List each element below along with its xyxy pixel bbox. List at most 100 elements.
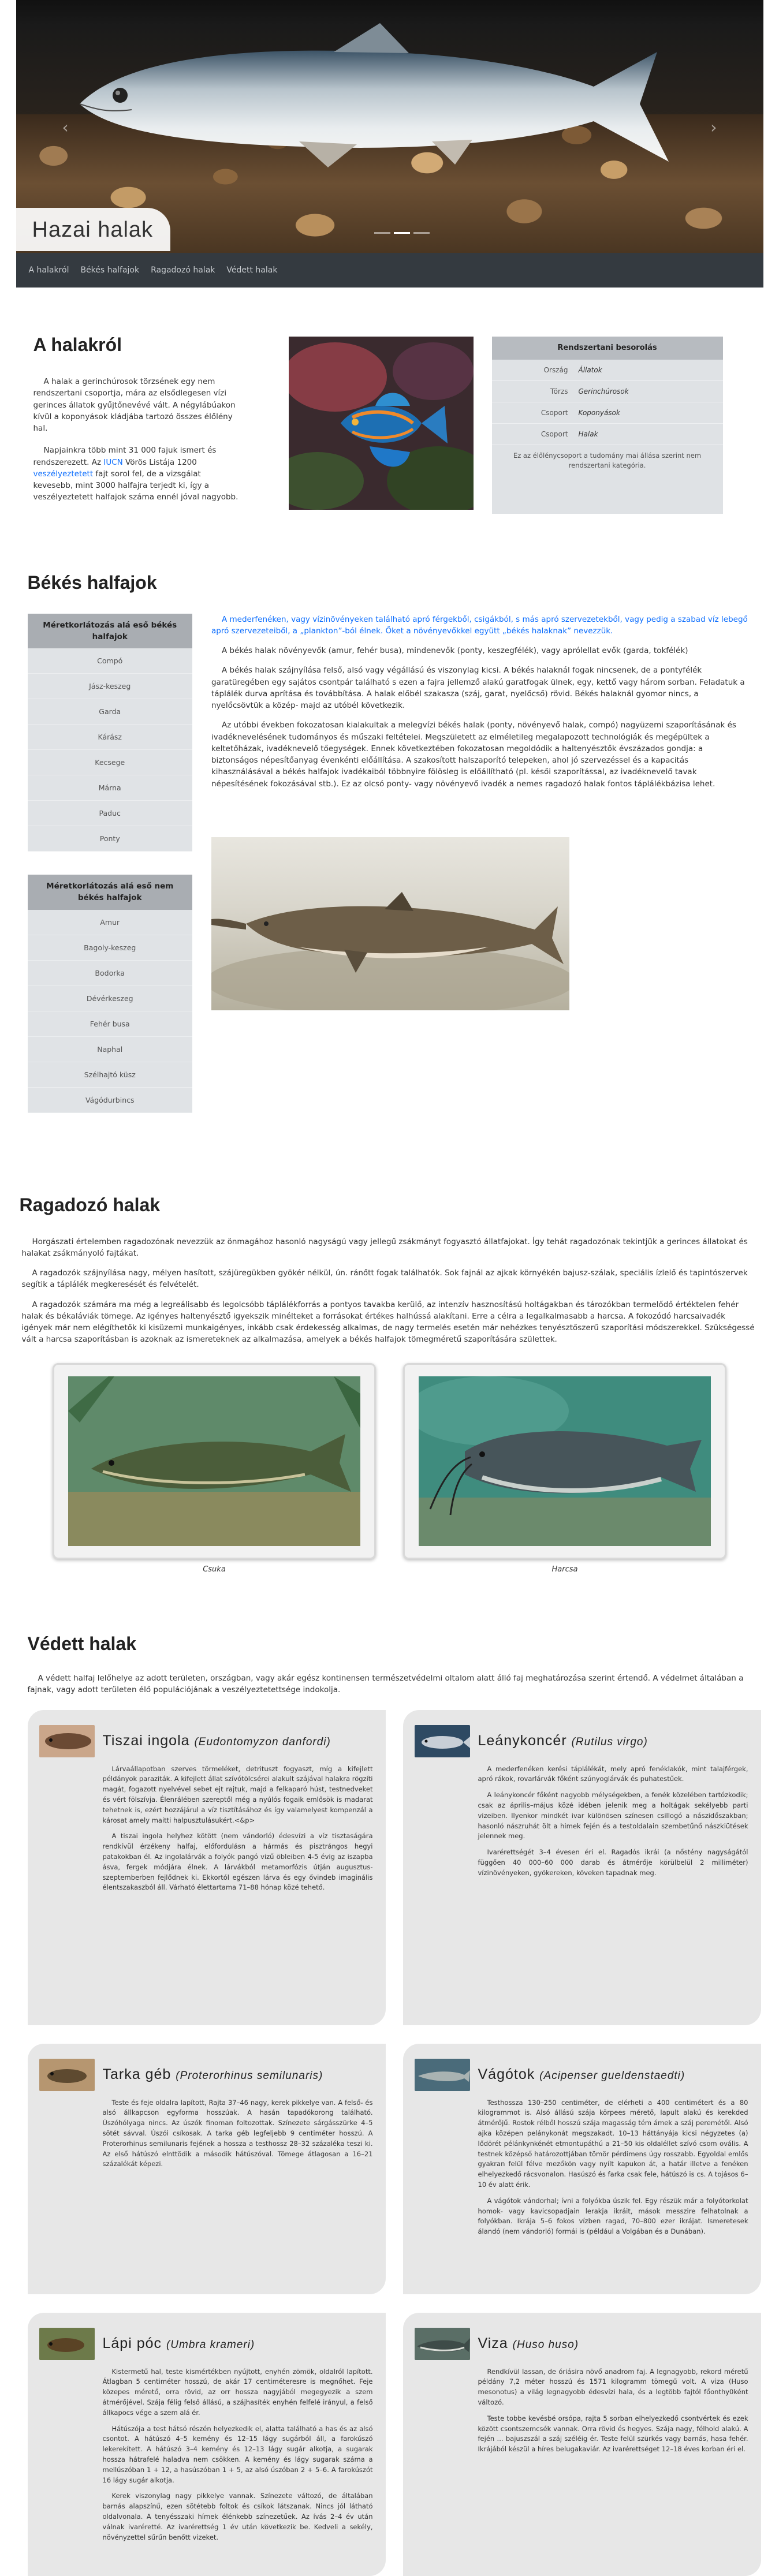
taxonomy-value: Gerinchúrosok — [578, 387, 629, 395]
paragraph: A ragadozók szájnyílása nagy, mélyen has… — [21, 1268, 748, 1290]
species-thumbnail — [414, 1724, 470, 1757]
nav-link-halakrol[interactable]: A halakról — [29, 264, 69, 277]
size-limited-peaceful-list: Méretkorlátozás alá eső békés halfajok C… — [27, 613, 192, 852]
paragraph: Teste tobbe kevésbé orsópa, rajta 5 sorb… — [478, 2414, 748, 2454]
species-description: Rendkívül lassan, de óriásira növő anadr… — [478, 2367, 748, 2455]
list-item[interactable]: Vágódurbincs — [27, 1088, 192, 1113]
intro-paragraph: A védett halfaj lelőhelye az adott terül… — [27, 1674, 744, 1695]
list-item[interactable]: Fehér busa — [27, 1011, 192, 1037]
taxonomy-row: Csoport Halak — [491, 424, 723, 445]
species-thumbnail — [414, 2327, 470, 2360]
paragraph: Teste és feje oldalra lapított, Rajta 37… — [102, 2098, 373, 2168]
list-item[interactable]: Kecsege — [27, 750, 192, 775]
list-item[interactable]: Bodorka — [27, 961, 192, 986]
species-common-name: Tarka géb — [102, 2066, 172, 2082]
paragraph: A ragadozók számára ma még a legreálisab… — [21, 1300, 755, 1345]
taxonomy-heading: Rendszertani besorolás — [491, 337, 723, 360]
species-grid: Tiszai ingola (Eudontomyzon danfordi) Lá… — [27, 1709, 761, 2576]
species-card-vagotok: Vágótok (Acipenser gueldenstaedti) Testh… — [402, 2043, 761, 2294]
size-limited-nonpeaceful-list: Méretkorlátozás alá eső nem békés halfaj… — [27, 875, 192, 1113]
list-item[interactable]: Bagoly-keszeg — [27, 935, 192, 961]
list-item[interactable]: Garda — [27, 699, 192, 725]
intro-paragraph: A mederfenéken, vagy vízinövényeken talá… — [211, 614, 748, 636]
paragraph: Testhossza 130–250 centiméter, de elérhe… — [478, 2098, 748, 2189]
carousel-prev-icon[interactable]: ‹ — [62, 115, 69, 140]
paragraph: Kistermetű hal, teste kismértékben nyújt… — [102, 2367, 373, 2417]
paragraph: A mederfenéken kerési táplálékát, mely a… — [478, 1764, 748, 1783]
about-paragraph: Napjainkra több mint 31 000 fajuk ismert… — [33, 445, 241, 503]
predator-fish-title: Ragadozó halak — [19, 1194, 161, 1215]
list-item[interactable]: Kárász — [27, 725, 192, 750]
species-card-tarka-geb: Tarka géb (Proterorhinus semilunaris) Te… — [27, 2043, 386, 2294]
list-item[interactable]: Szélhajtó küsz — [27, 1062, 192, 1088]
species-latin-name: (Eudontomyzon danfordi) — [194, 1735, 331, 1748]
species-latin-name: (Huso huso) — [512, 2338, 579, 2351]
paragraph: Horgászati értelemben ragadozónak nevezz… — [21, 1237, 748, 1258]
species-common-name: Lápi póc — [102, 2335, 162, 2351]
species-header: Lápi póc (Umbra krameri) — [39, 2327, 373, 2360]
iucn-link[interactable]: IUCN — [103, 458, 122, 467]
species-thumbnail — [39, 1724, 95, 1757]
list-item[interactable]: Dévérkeszeg — [27, 986, 192, 1011]
taxonomy-key: Csoport — [541, 430, 568, 438]
side-column: Méretkorlátozás alá eső békés halfajok C… — [27, 613, 192, 1136]
taxonomy-row: Csoport Koponyások — [491, 402, 723, 424]
list-item[interactable]: Jász-keszeg — [27, 674, 192, 699]
list-heading: Méretkorlátozás alá eső nem békés halfaj… — [27, 875, 192, 910]
taxonomy-key: Csoport — [541, 408, 568, 417]
paragraph: Rendkívül lassan, de óriásira növő anadr… — [478, 2367, 748, 2406]
peaceful-fish-title: Békés halfajok — [27, 572, 157, 593]
species-thumbnail — [39, 2058, 95, 2091]
text: Vörös Listája 1200 — [122, 457, 197, 467]
species-description: Kistermetű hal, teste kismértékben nyújt… — [103, 2367, 373, 2543]
species-description: Teste és feje oldalra lapított, Rajta 37… — [103, 2098, 373, 2170]
species-thumbnail — [414, 2058, 470, 2091]
list-item[interactable]: Márna — [27, 775, 192, 801]
species-header: Tiszai ingola (Eudontomyzon danfordi) — [39, 1724, 373, 1757]
peaceful-fish-grid: Méretkorlátozás alá eső békés halfajok C… — [27, 613, 752, 1136]
species-latin-name: (Proterorhinus semilunaris) — [176, 2069, 323, 2082]
carousel-dot[interactable] — [413, 232, 430, 234]
about-text: A halakról A halak a gerinchúrosok törzs… — [28, 331, 241, 514]
species-name: Vágótok (Acipenser gueldenstaedti) — [478, 2064, 685, 2086]
predator-photo-row: Csuka Harcsa — [16, 1362, 763, 1576]
list-item[interactable]: Ponty — [27, 826, 192, 852]
taxonomy-note: Ez az élőlénycsoport a tudomány mai állá… — [513, 451, 702, 469]
list-item[interactable]: Paduc — [27, 801, 192, 826]
nav-link-bekes[interactable]: Békés halfajok — [80, 264, 139, 277]
pike-image — [68, 1376, 360, 1546]
list-item[interactable]: Compó — [27, 648, 192, 674]
nav-link-ragadozo[interactable]: Ragadozó halak — [151, 264, 215, 277]
carousel-indicators — [374, 232, 430, 234]
species-name: Leánykoncér (Rutilus virgo) — [478, 1730, 648, 1752]
species-description: Lárvaállapotban szerves törmeléket, detr… — [103, 1764, 373, 1894]
species-description: Testhossza 130–250 centiméter, de elérhe… — [478, 2098, 748, 2238]
page-title: Hazai halak — [16, 208, 171, 251]
paragraph: Az utóbbi években fokozatosan kialakulta… — [211, 720, 736, 789]
species-card-leanykoncer: Leánykoncér (Rutilus virgo) A mederfenék… — [402, 1709, 761, 2025]
species-common-name: Vágótok — [478, 2066, 535, 2082]
paragraph: A tiszai ingola helyhez kötött (nem vánd… — [102, 1832, 373, 1892]
species-header: Viza (Huso huso) — [414, 2327, 748, 2360]
protected-fish-title: Védett halak — [27, 1633, 137, 1654]
species-latin-name: (Acipenser gueldenstaedti) — [539, 2069, 685, 2082]
peaceful-fish-text: A mederfenéken, vagy vízinövényeken talá… — [211, 614, 752, 1136]
photo-frame — [403, 1362, 726, 1559]
list-item[interactable]: Amur — [27, 910, 192, 935]
paragraph: A békés halak növényevők (amur, fehér bu… — [221, 646, 688, 655]
paragraph: Ivarérettségét 3–4 évesen éri el. Ragadó… — [478, 1848, 748, 1877]
species-latin-name: (Umbra krameri) — [166, 2338, 255, 2351]
list-item[interactable]: Naphal — [27, 1037, 192, 1062]
nav-link-vedett[interactable]: Védett halak — [226, 264, 277, 277]
species-name: Viza (Huso huso) — [478, 2333, 579, 2355]
species-thumbnail — [39, 2327, 95, 2360]
carousel-dot[interactable] — [393, 232, 410, 234]
carousel-dot[interactable] — [374, 232, 390, 234]
species-latin-name: (Rutilus virgo) — [571, 1735, 648, 1748]
species-name: Tarka géb (Proterorhinus semilunaris) — [103, 2064, 323, 2086]
carousel-next-icon[interactable]: › — [710, 115, 717, 140]
species-card-tiszai-ingola: Tiszai ingola (Eudontomyzon danfordi) Lá… — [27, 1709, 386, 2025]
predator-fish-section: Ragadozó halak Horgászati értelemben rag… — [16, 1191, 763, 1576]
catfish-photo-card: Harcsa — [403, 1362, 726, 1576]
endangered-link[interactable]: veszélyeztetett — [33, 469, 94, 479]
